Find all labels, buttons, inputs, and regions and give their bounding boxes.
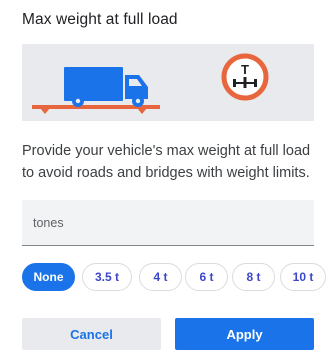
chip-4t[interactable]: 4 t [139, 263, 182, 291]
weight-limit-sign-icon: T [221, 53, 269, 101]
chip-10t[interactable]: 10 t [280, 263, 326, 291]
truck-icon [64, 67, 148, 107]
apply-button[interactable]: Apply [175, 318, 314, 350]
max-weight-dialog: Max weight at full load T Provide your v… [0, 0, 336, 360]
illustration-panel: T [22, 44, 314, 121]
cancel-button[interactable]: Cancel [22, 318, 161, 350]
weight-input[interactable] [22, 200, 314, 246]
weight-chip-row: None 3.5 t 4 t 6 t 8 t 10 t [22, 263, 336, 293]
chip-none[interactable]: None [22, 263, 75, 291]
chip-6t[interactable]: 6 t [185, 263, 228, 291]
chip-8t[interactable]: 8 t [232, 263, 275, 291]
chip-3-5t[interactable]: 3.5 t [82, 263, 132, 291]
sign-label: T [241, 62, 249, 77]
dialog-description: Provide your vehicle's max weight at ful… [22, 143, 311, 181]
illustration-svg: T [32, 53, 269, 114]
scale-platform-icon [32, 105, 160, 114]
dialog-title: Max weight at full load [22, 11, 178, 28]
